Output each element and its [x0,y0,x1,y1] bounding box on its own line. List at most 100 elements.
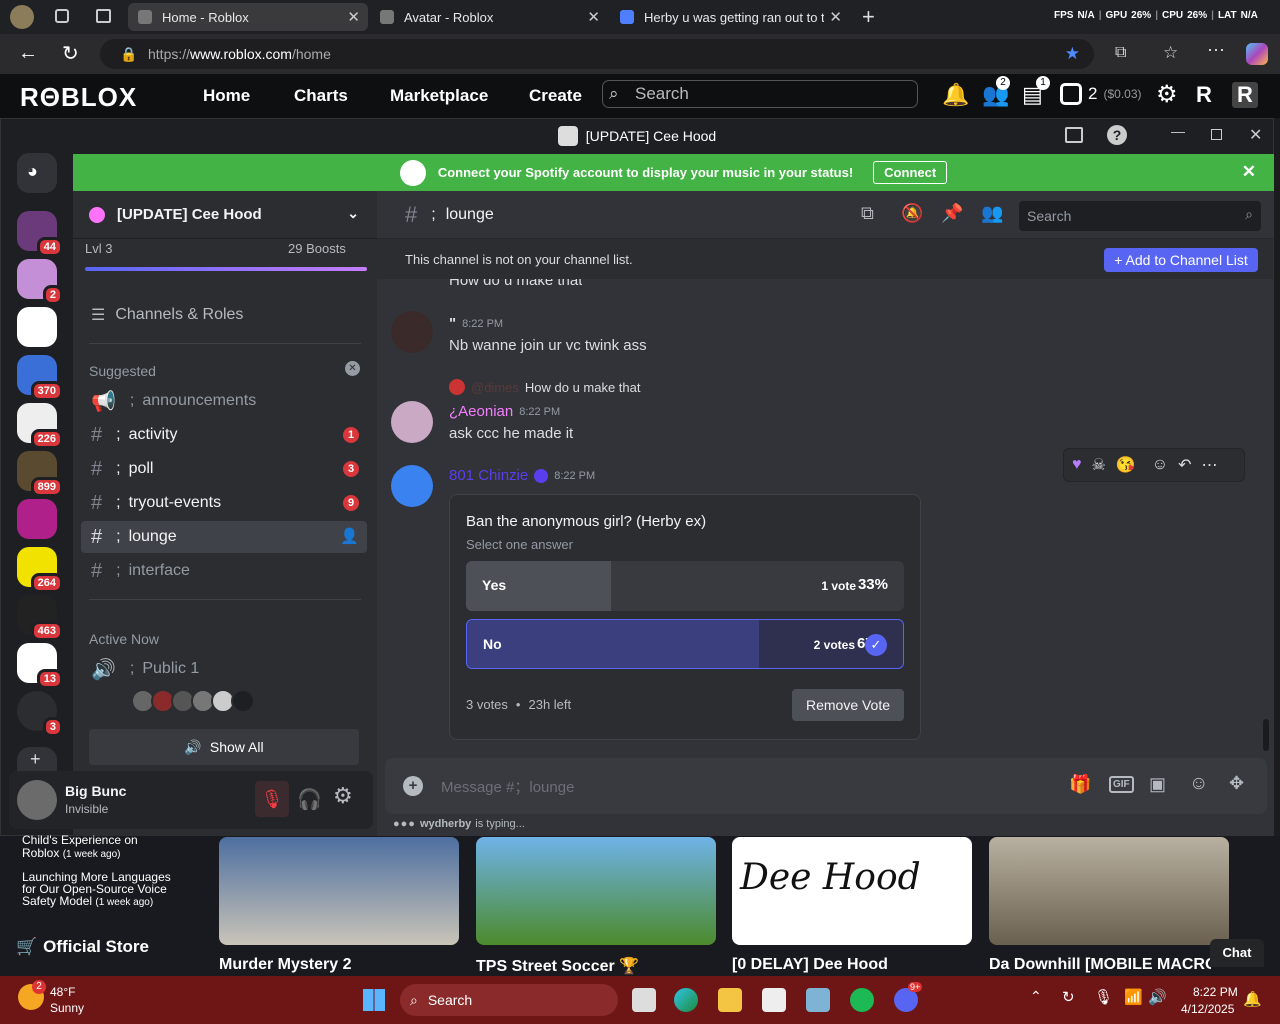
mic-muted-icon[interactable]: 🎙 [255,781,289,817]
guild-icon[interactable]: 13 [17,643,63,689]
extension-r2-icon[interactable]: R [1232,82,1258,108]
close-icon[interactable]: ✕ [1249,125,1262,145]
message-author[interactable]: 801 Chinzie [449,467,528,484]
tab-avatar-roblox[interactable]: Avatar - Roblox ✕ [370,3,608,31]
guild-icon[interactable]: 899 [17,451,63,497]
notifications-icon[interactable]: 🔔 [942,82,969,108]
roblox-search-input[interactable]: ⌕ Search [602,80,918,108]
add-member-icon[interactable]: 👤 [340,527,359,545]
maximize-icon[interactable] [1211,129,1222,140]
edge-icon[interactable] [674,988,698,1012]
threads-icon[interactable]: ⧉ [861,203,874,224]
message-author[interactable]: ¿Aeonian [449,403,513,420]
close-icon[interactable]: ✕ [587,8,600,26]
guild-icon[interactable]: 463 [17,595,63,641]
settings-gear-icon[interactable]: ⚙ [1156,80,1178,109]
avatar[interactable] [391,465,433,507]
message-author[interactable]: " [449,315,456,332]
copilot-icon[interactable] [1246,43,1268,65]
favorites-icon[interactable]: ☆ [1163,43,1178,63]
channel-interface[interactable]: #; interface [81,555,367,587]
messages-icon[interactable]: ▤ 1 [1022,76,1050,108]
chat-button[interactable]: Chat [1210,939,1264,967]
inbox-icon[interactable] [1065,127,1083,143]
show-all-button[interactable]: 🔊 Show All [89,729,359,765]
spotify-icon[interactable] [850,988,874,1012]
extension-r-icon[interactable]: R [1196,82,1222,108]
taskbar-search-input[interactable]: ⌕ Search [400,984,618,1016]
avatar[interactable] [391,311,433,353]
add-to-channel-list-button[interactable]: + Add to Channel List [1104,248,1258,272]
emoji-icon[interactable]: ☺ [1189,773,1208,795]
guild-icon[interactable]: 3 [17,691,63,737]
poll-option-yes[interactable]: Yes 1 vote 33% [466,561,904,611]
gif-icon[interactable]: GIF [1109,776,1134,793]
channels-roles[interactable]: ☰ Channels & Roles [91,305,243,325]
wifi-icon[interactable]: 📶 [1124,988,1143,1006]
robux-balance[interactable]: 2 ($0.03) [1060,83,1142,105]
favorite-star-icon[interactable]: ★ [1065,39,1080,69]
spotify-connect-button[interactable]: Connect [873,161,948,184]
news-item[interactable]: Child's Experience on Roblox (1 week ago… [22,834,172,861]
home-discord-icon[interactable]: ◕ [17,153,57,193]
sticker-icon[interactable]: ▣ [1149,774,1166,795]
back-icon[interactable]: ← [18,42,38,65]
weather-temp[interactable]: 48°F [50,985,75,999]
boost-count[interactable]: 29 Boosts [288,241,346,256]
tab-actions-icon[interactable] [96,9,111,23]
message-input[interactable]: Message #；lounge [441,776,574,797]
voice-channel-public-1[interactable]: 🔊; Public 1 [81,653,367,685]
avatar[interactable] [17,780,57,820]
server-header[interactable]: [UPDATE] Cee Hood ⌄ [73,191,377,239]
channel-activity[interactable]: #; activity 1 [81,419,367,451]
channel-announcements[interactable]: 📢; announcements [81,385,367,417]
nav-home[interactable]: Home [203,86,250,106]
app-icon[interactable] [762,988,786,1012]
minimize-icon[interactable]: — [1171,123,1185,139]
friends-icon[interactable]: 👥 2 [982,76,1010,108]
nav-charts[interactable]: Charts [294,86,348,106]
add-attachment-icon[interactable]: + [403,776,423,796]
workspaces-icon[interactable] [55,9,69,23]
remove-vote-button[interactable]: Remove Vote [792,689,904,721]
pin-icon[interactable]: 📌 [941,203,963,224]
user-settings-gear-icon[interactable]: ⚙ [333,783,353,809]
volume-icon[interactable]: 🔊 [1148,988,1167,1006]
official-store-link[interactable]: 🛒 Official Store [16,937,149,957]
game-title[interactable]: [0 DELAY] Dee Hood [732,956,888,974]
help-icon[interactable]: ? [1107,125,1127,145]
voice-participants[interactable] [131,689,255,713]
guild-icon[interactable] [17,307,57,347]
apps-icon[interactable]: ✥ [1229,773,1244,794]
dismiss-suggested-icon[interactable]: ✕ [345,361,360,376]
discord-icon[interactable]: 9+ [894,982,923,1012]
clock-date[interactable]: 4/12/2025 [1181,1002,1234,1016]
channel-lounge[interactable]: #; lounge 👤 [81,521,367,553]
clock-time[interactable]: 8:22 PM [1193,985,1238,999]
close-icon[interactable]: ✕ [347,8,360,26]
game-thumbnail-tps-soccer[interactable] [476,837,716,945]
profile-avatar[interactable] [10,5,34,29]
chat-search-input[interactable]: Search ⌕ [1019,201,1261,231]
message-composer[interactable]: + Message #；lounge 🎁 GIF ▣ ☺ ✥ [385,758,1267,814]
tab-search[interactable]: Herby u was getting ran out to th ✕ [610,3,850,31]
game-title[interactable]: TPS Street Soccer 🏆 [476,956,639,976]
task-view-icon[interactable] [632,988,656,1012]
guild-icon[interactable] [17,499,57,539]
roblox-logo[interactable]: RΘBLOX [20,82,137,113]
avatar[interactable] [391,401,433,443]
guild-icon[interactable]: 226 [17,403,63,449]
reload-icon[interactable]: ↻ [62,41,79,66]
game-title[interactable]: Da Downhill [MOBILE MACRO [989,956,1211,974]
chat-scrollbar[interactable] [1263,719,1269,751]
tab-home-roblox[interactable]: Home - Roblox ✕ [128,3,368,31]
channel-poll[interactable]: #; poll 3 [81,453,367,485]
guild-icon[interactable]: 370 [17,355,63,401]
game-thumbnail-murder-mystery[interactable] [219,837,459,945]
close-icon[interactable]: ✕ [829,8,842,26]
notifications-bell-icon[interactable]: 🔔 [1243,990,1262,1008]
channel-tryout-events[interactable]: #; tryout-events 9 [81,487,367,519]
start-windows-icon[interactable] [363,989,385,1011]
weather-icon[interactable]: 2 [18,980,46,1010]
nav-marketplace[interactable]: Marketplace [390,86,488,106]
